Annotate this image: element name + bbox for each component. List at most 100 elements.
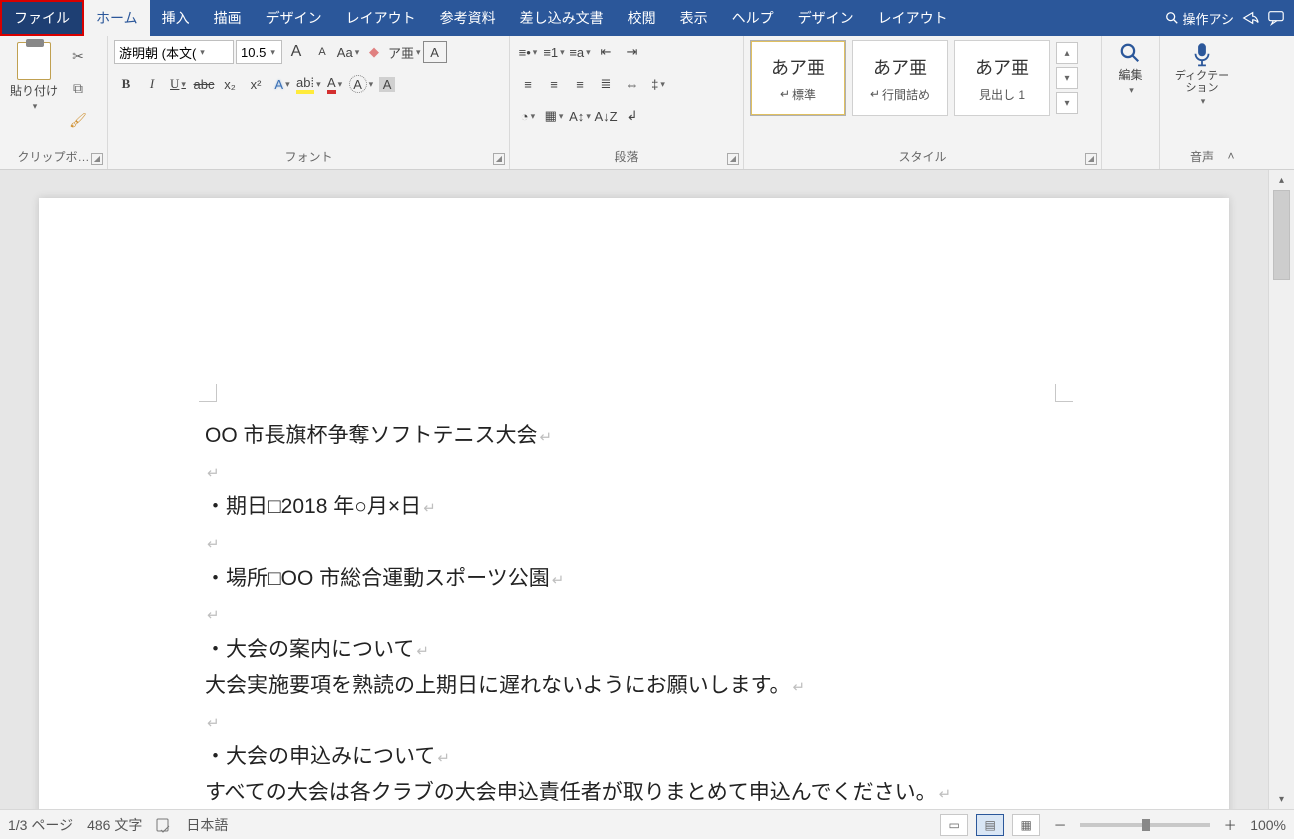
tell-me-search[interactable]: 操作アシ — [1165, 9, 1234, 28]
tab-insert[interactable]: 挿入 — [150, 0, 202, 36]
character-shading-button[interactable]: A — [375, 72, 399, 96]
align-right-button[interactable]: ≡ — [568, 72, 592, 96]
doc-line-5[interactable]: 大会実施要項を熟読の上期日に遅れないようにお願いします。↵ — [205, 668, 1063, 704]
show-marks-button[interactable]: ↲ — [620, 104, 644, 128]
find-button[interactable]: 編集 — [1114, 40, 1146, 98]
tab-contextual-design[interactable]: デザイン — [786, 0, 866, 36]
share-icon[interactable] — [1240, 8, 1260, 28]
doc-line-1[interactable]: OO 市長旗杯争奪ソフトテニス大会↵ — [205, 418, 1063, 454]
tab-review[interactable]: 校閲 — [616, 0, 668, 36]
scroll-thumb[interactable] — [1273, 190, 1290, 280]
dictate-button[interactable]: ディクテーション — [1166, 40, 1238, 109]
grow-font-button[interactable]: A — [284, 40, 308, 64]
align-center-icon: ≡ — [550, 77, 558, 92]
change-case-button[interactable]: Aa — [336, 40, 360, 64]
view-print-layout[interactable]: ▤ — [976, 814, 1004, 836]
view-read-mode[interactable]: ▭ — [940, 814, 968, 836]
vertical-scrollbar[interactable]: ▴ ▾ — [1268, 170, 1294, 809]
enclose-characters-button[interactable]: A — [349, 72, 374, 96]
cut-button[interactable]: ✂ — [66, 44, 90, 68]
view-web-layout[interactable]: ▦ — [1012, 814, 1040, 836]
doc-empty-4[interactable]: ↵ — [205, 704, 1063, 740]
doc-line-7[interactable]: すべての大会は各クラブの大会申込責任者が取りまとめて申込んでください。↵ — [205, 775, 1063, 809]
styles-dialog-launcher[interactable]: ◢ — [1085, 153, 1097, 165]
shrink-font-button[interactable]: A — [310, 40, 334, 64]
sort-button[interactable]: A↓Z — [594, 104, 618, 128]
indent-icon: ⇥ — [627, 44, 638, 60]
text-direction-button[interactable]: A↕ — [568, 104, 592, 128]
copy-button[interactable]: ⧉ — [66, 76, 90, 100]
status-proofing-icon[interactable] — [156, 817, 172, 833]
text-effects-button[interactable]: A — [270, 72, 294, 96]
doc-empty-2[interactable]: ↵ — [205, 525, 1063, 561]
align-center-button[interactable]: ≡ — [542, 72, 566, 96]
strikethrough-button[interactable]: abc — [192, 72, 216, 96]
clipboard-dialog-launcher[interactable]: ◢ — [91, 153, 103, 165]
highlight-button[interactable]: ab⁞ — [296, 72, 321, 96]
zoom-slider-knob[interactable] — [1142, 819, 1150, 831]
tab-help[interactable]: ヘルプ — [720, 0, 786, 36]
collapse-ribbon-button[interactable]: ˄ — [1222, 147, 1240, 165]
status-language[interactable]: 日本語 — [186, 815, 228, 835]
doc-line-4[interactable]: ・大会の案内について↵ — [205, 632, 1063, 668]
phonetic-guide-button[interactable]: ア亜 — [388, 40, 421, 64]
numbering-button[interactable]: ≡1 — [542, 40, 566, 64]
font-color-button[interactable]: A — [323, 72, 347, 96]
styles-scroll-up[interactable]: ▴ — [1056, 42, 1078, 64]
paste-button[interactable]: 貼り付け — [6, 40, 62, 114]
bold-button[interactable]: B — [114, 72, 138, 96]
styles-more-button[interactable]: ▾ — [1056, 92, 1078, 114]
align-left-button[interactable]: ≡ — [516, 72, 540, 96]
character-border-button[interactable]: A — [423, 41, 447, 63]
scroll-down-button[interactable]: ▾ — [1269, 789, 1294, 809]
scroll-track[interactable] — [1273, 190, 1290, 789]
clear-formatting-button[interactable]: ◆ — [362, 40, 386, 64]
tab-view[interactable]: 表示 — [668, 0, 720, 36]
doc-line-3[interactable]: ・場所□OO 市総合運動スポーツ公園↵ — [205, 561, 1063, 597]
doc-line-2[interactable]: ・期日□2018 年○月×日↵ — [205, 489, 1063, 525]
distribute-button[interactable]: ⇔ — [620, 72, 644, 96]
status-word-count[interactable]: 486 文字 — [87, 815, 142, 835]
increase-indent-button[interactable]: ⇥ — [620, 40, 644, 64]
superscript-button[interactable]: x² — [244, 72, 268, 96]
tab-file[interactable]: ファイル — [0, 0, 84, 36]
scroll-up-button[interactable]: ▴ — [1269, 170, 1294, 190]
style-heading1[interactable]: あア亜 見出し 1 — [954, 40, 1050, 116]
style-nospacing[interactable]: あア亜 ↵行間詰め — [852, 40, 948, 116]
margin-corner-tl — [199, 384, 217, 402]
justify-button[interactable]: ≣ — [594, 72, 618, 96]
zoom-slider[interactable] — [1080, 823, 1210, 827]
font-dialog-launcher[interactable]: ◢ — [493, 153, 505, 165]
multilevel-list-button[interactable]: ≡a — [568, 40, 592, 64]
font-size-combo[interactable]: 10.5 — [236, 40, 282, 64]
status-page[interactable]: 1/3 ページ — [8, 815, 73, 835]
borders-button[interactable]: ▦ — [542, 104, 566, 128]
style-normal[interactable]: あア亜 ↵標準 — [750, 40, 846, 116]
shading-button[interactable]: ◔ — [516, 104, 540, 128]
zoom-in-button[interactable]: ＋ — [1218, 813, 1242, 837]
tab-mailings[interactable]: 差し込み文書 — [508, 0, 616, 36]
font-name-combo[interactable]: 游明朝 (本文( — [114, 40, 234, 64]
styles-scroll-down[interactable]: ▾ — [1056, 67, 1078, 89]
tab-references[interactable]: 参考資料 — [428, 0, 508, 36]
tab-layout[interactable]: レイアウト — [334, 0, 428, 36]
underline-button[interactable]: U — [166, 72, 190, 96]
doc-line-6[interactable]: ・大会の申込みについて↵ — [205, 739, 1063, 775]
doc-empty-3[interactable]: ↵ — [205, 596, 1063, 632]
tab-design[interactable]: デザイン — [254, 0, 334, 36]
tab-draw[interactable]: 描画 — [202, 0, 254, 36]
document-area[interactable]: OO 市長旗杯争奪ソフトテニス大会↵ ↵ ・期日□2018 年○月×日↵ ↵ ・… — [0, 170, 1268, 809]
paragraph-dialog-launcher[interactable]: ◢ — [727, 153, 739, 165]
tab-home[interactable]: ホーム — [84, 0, 150, 36]
italic-button[interactable]: I — [140, 72, 164, 96]
format-painter-button[interactable]: 🖌 — [66, 108, 90, 132]
line-spacing-button[interactable]: ‡ — [646, 72, 670, 96]
status-zoom[interactable]: 100% — [1250, 817, 1286, 833]
zoom-out-button[interactable]: － — [1048, 813, 1072, 837]
doc-empty-1[interactable]: ↵ — [205, 454, 1063, 490]
subscript-button[interactable]: x₂ — [218, 72, 242, 96]
decrease-indent-button[interactable]: ⇤ — [594, 40, 618, 64]
comments-icon[interactable] — [1266, 8, 1286, 28]
bullets-button[interactable]: ≡• — [516, 40, 540, 64]
tab-contextual-layout[interactable]: レイアウト — [866, 0, 960, 36]
